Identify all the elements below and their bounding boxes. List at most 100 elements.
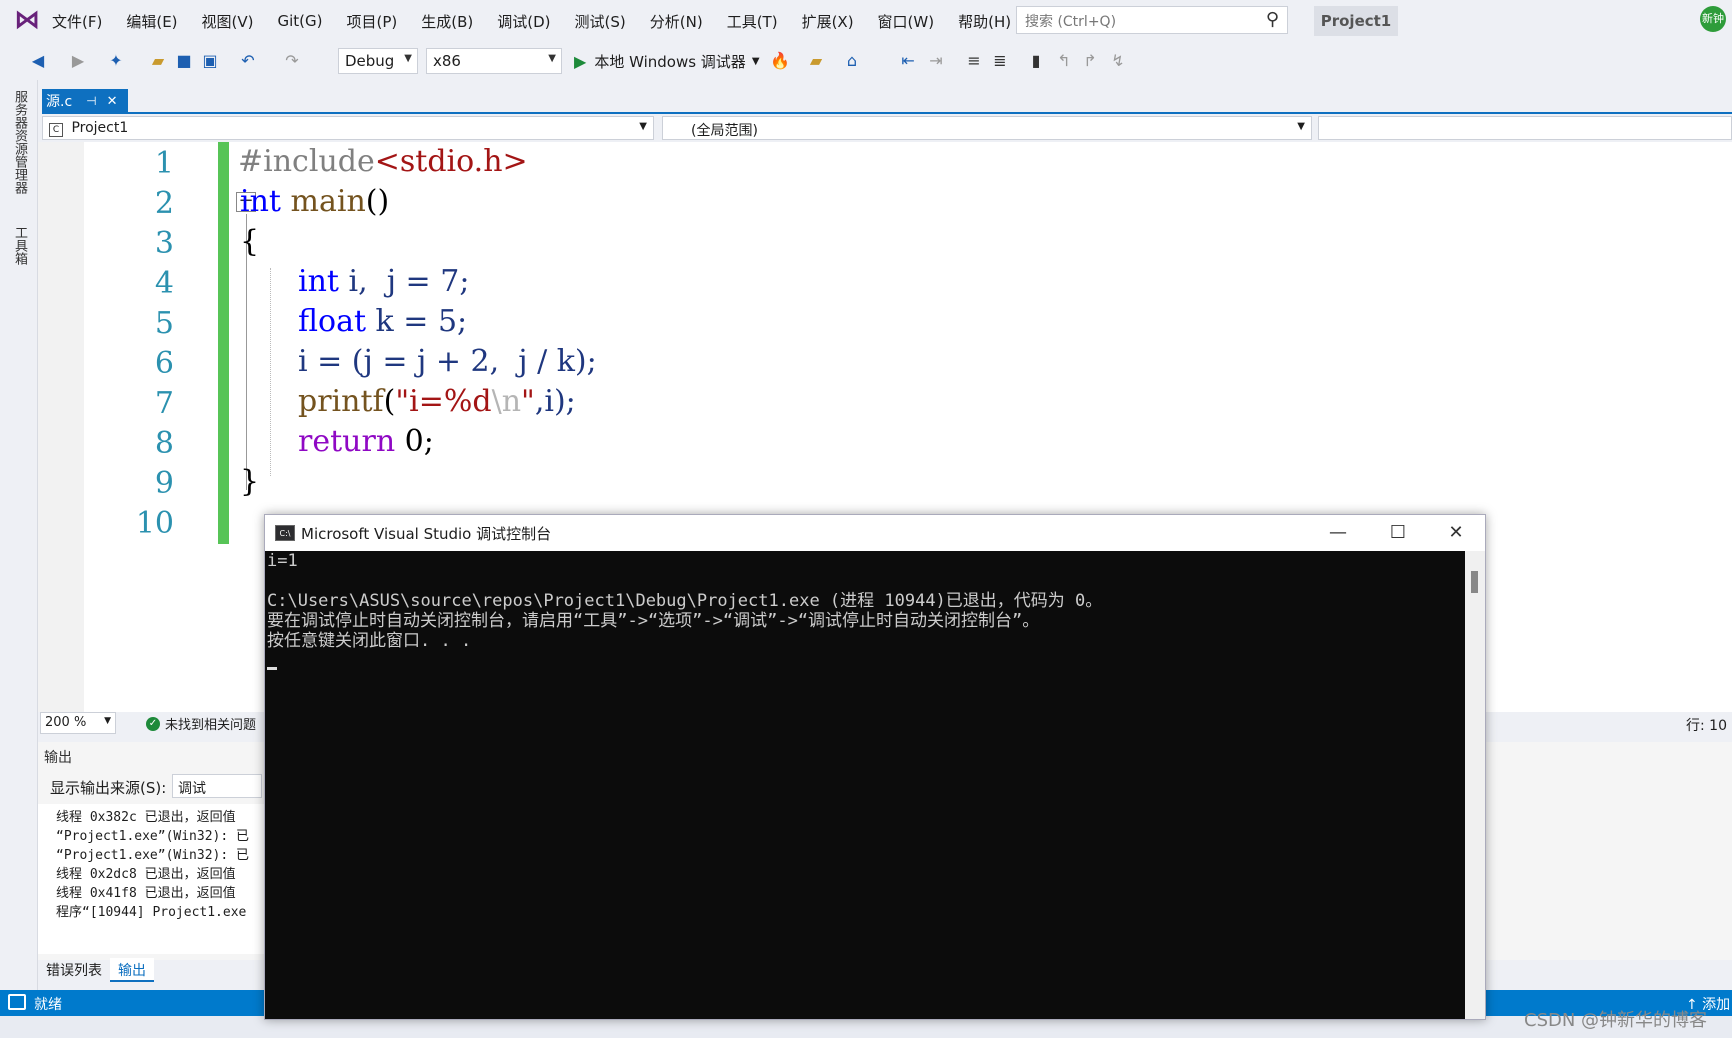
issues-indicator[interactable]: ✓ 未找到相关问题 <box>146 714 256 733</box>
pin-icon[interactable]: ⊣ <box>86 94 96 108</box>
toolbox-tab[interactable]: 工具箱 <box>10 226 29 265</box>
tab-source-c[interactable]: 源.c ⊣ ✕ <box>42 89 128 113</box>
close-icon[interactable]: ✕ <box>1427 515 1485 551</box>
row-indicator: 行: 10 <box>1686 718 1727 734</box>
step-icon[interactable]: ⇤ <box>898 51 918 71</box>
menu-git[interactable]: Git(G) <box>278 12 323 30</box>
output-line: 线程 0x41f8 已退出，返回值 <box>56 886 236 901</box>
scope-dropdown[interactable]: (全局范围) ▼ <box>662 116 1312 140</box>
menu-project[interactable]: 项目(P) <box>347 11 398 32</box>
console-output[interactable]: i=1 C:\Users\ASUS\source\repos\Project1\… <box>265 551 1465 1019</box>
minimize-icon[interactable]: — <box>1309 515 1367 551</box>
uncomment-icon[interactable]: ≣ <box>990 51 1010 71</box>
avatar[interactable]: 新钟 <box>1700 6 1726 32</box>
line-number: 5 <box>154 306 174 341</box>
search-box[interactable]: 搜索 (Ctrl+Q) ⚲ <box>1016 6 1288 34</box>
code-line-2: int main() <box>240 184 390 219</box>
browse-folder-icon[interactable]: ▰ <box>806 51 826 71</box>
hot-reload-icon[interactable]: 🔥 <box>770 51 790 71</box>
solution-config-select[interactable]: Debug ▼ <box>338 48 418 74</box>
scrollbar-thumb[interactable] <box>1471 571 1478 593</box>
code-line-6: i = (j = j + 2, j / k); <box>298 344 597 379</box>
prev-bookmark-icon[interactable]: ↰ <box>1054 51 1074 71</box>
output-source-select[interactable]: 调试 <box>172 774 262 798</box>
console-scrollbar[interactable] <box>1465 551 1485 1019</box>
console-titlebar[interactable]: C:\ Microsoft Visual Studio 调试控制台 — ☐ ✕ <box>265 515 1485 551</box>
menu-view[interactable]: 视图(V) <box>202 11 254 32</box>
project-dropdown[interactable]: C Project1 ▼ <box>42 116 654 140</box>
new-project-icon[interactable]: ✦ <box>106 51 126 71</box>
step-gray-icon[interactable]: ⇥ <box>926 51 946 71</box>
comment-icon[interactable]: ≡ <box>964 51 984 71</box>
tab-error-list[interactable]: 错误列表 <box>38 958 110 982</box>
console-line: C:\Users\ASUS\source\repos\Project1\Debu… <box>267 591 1103 611</box>
solution-platform-value: x86 <box>433 52 461 70</box>
issues-text: 未找到相关问题 <box>165 718 257 733</box>
code-line-8: return 0; <box>298 424 434 459</box>
save-icon[interactable]: ■ <box>174 51 194 71</box>
code-line-9: } <box>240 464 260 499</box>
home-icon[interactable]: ⌂ <box>842 51 862 71</box>
save-all-icon[interactable]: ▣ <box>200 51 220 71</box>
menu-tools[interactable]: 工具(T) <box>727 11 778 32</box>
bookmark-icon[interactable]: ▮ <box>1026 51 1046 71</box>
redo-icon[interactable]: ↷ <box>282 51 302 71</box>
solution-platform-select[interactable]: x86 ▼ <box>426 48 562 74</box>
menu-extensions[interactable]: 扩展(X) <box>802 11 854 32</box>
line-number: 6 <box>154 346 174 381</box>
console-line: 要在调试停止时自动关闭控制台，请启用“工具”->“选项”->“调试”->“调试停… <box>267 611 1040 631</box>
debug-console-window[interactable]: C:\ Microsoft Visual Studio 调试控制台 — ☐ ✕ … <box>264 514 1486 1020</box>
code-line-7: printf("i=%d\n",i); <box>298 384 576 419</box>
menu-debug[interactable]: 调试(D) <box>497 11 550 32</box>
menu-test[interactable]: 测试(S) <box>575 11 626 32</box>
maximize-icon[interactable]: ☐ <box>1369 515 1427 551</box>
console-title: Microsoft Visual Studio 调试控制台 <box>301 525 552 543</box>
menu-file[interactable]: 文件(F) <box>52 11 102 32</box>
output-line: “Project1.exe”(Win32): 已 <box>56 829 250 844</box>
chevron-down-icon: ▼ <box>104 716 111 726</box>
server-explorer-tab[interactable]: 服务器资源管理器 <box>10 90 29 194</box>
back-icon[interactable]: ◀ <box>28 51 48 71</box>
project-title-badge: Project1 <box>1314 6 1398 36</box>
chevron-down-icon: ▼ <box>1297 121 1305 132</box>
check-circle-icon: ✓ <box>146 716 160 731</box>
zoom-select[interactable]: 200 % ▼ <box>40 712 116 734</box>
menu-build[interactable]: 生成(B) <box>421 11 473 32</box>
project-dropdown-value: Project1 <box>71 120 129 136</box>
output-line: 程序“[10944] Project1.exe <box>56 905 247 920</box>
code-line-5: float k = 5; <box>298 304 468 339</box>
menu-window[interactable]: 窗口(W) <box>878 11 935 32</box>
output-line: 线程 0x2dc8 已退出，返回值 <box>56 867 236 882</box>
chevron-down-icon: ▼ <box>548 53 556 64</box>
output-line: 线程 0x382c 已退出，返回值 <box>56 810 236 825</box>
tab-output[interactable]: 输出 <box>110 958 154 982</box>
code-line-3: { <box>240 224 260 259</box>
menu-edit[interactable]: 编辑(E) <box>126 11 177 32</box>
play-icon: ▶ <box>574 51 587 71</box>
member-dropdown[interactable] <box>1318 116 1732 140</box>
ready-icon <box>8 994 26 1010</box>
console-cursor <box>267 667 277 670</box>
menu-help[interactable]: 帮助(H) <box>958 11 1011 32</box>
visual-studio-logo-icon[interactable]: ⋈ <box>14 6 42 34</box>
close-icon[interactable]: ✕ <box>107 94 118 109</box>
open-folder-icon[interactable]: ▰ <box>148 51 168 71</box>
watermark: CSDN @钟新华的博客 <box>1524 1010 1708 1031</box>
undo-icon[interactable]: ↶ <box>238 51 258 71</box>
left-tool-strip: 服务器资源管理器 工具箱 <box>0 80 38 990</box>
next-bookmark-icon[interactable]: ↱ <box>1080 51 1100 71</box>
code-line-1: #include<stdio.h> <box>238 144 528 179</box>
console-line: 按任意键关闭此窗口. . . <box>267 631 472 651</box>
chevron-down-icon: ▼ <box>404 53 412 64</box>
output-text-area[interactable]: 线程 0x382c 已退出，返回值 “Project1.exe”(Win32):… <box>38 804 268 954</box>
start-debugging-button[interactable]: ▶ 本地 Windows 调试器 ▼ <box>574 47 760 75</box>
toolbar: ◀ ▶ ✦ ▰ ■ ▣ ↶ ↷ Debug ▼ x86 ▼ ▶ 本地 Windo… <box>0 42 1732 80</box>
forward-icon[interactable]: ▶ <box>68 51 88 71</box>
menu-bar: ⋈ 文件(F) 编辑(E) 视图(V) Git(G) 项目(P) 生成(B) 调… <box>0 0 1732 42</box>
line-number: 8 <box>154 426 174 461</box>
console-line: i=1 <box>267 551 298 571</box>
clear-bookmarks-icon[interactable]: ↯ <box>1108 51 1128 71</box>
c-file-icon: C <box>49 123 63 137</box>
chevron-down-icon: ▼ <box>639 121 647 132</box>
menu-analyze[interactable]: 分析(N) <box>650 11 703 32</box>
